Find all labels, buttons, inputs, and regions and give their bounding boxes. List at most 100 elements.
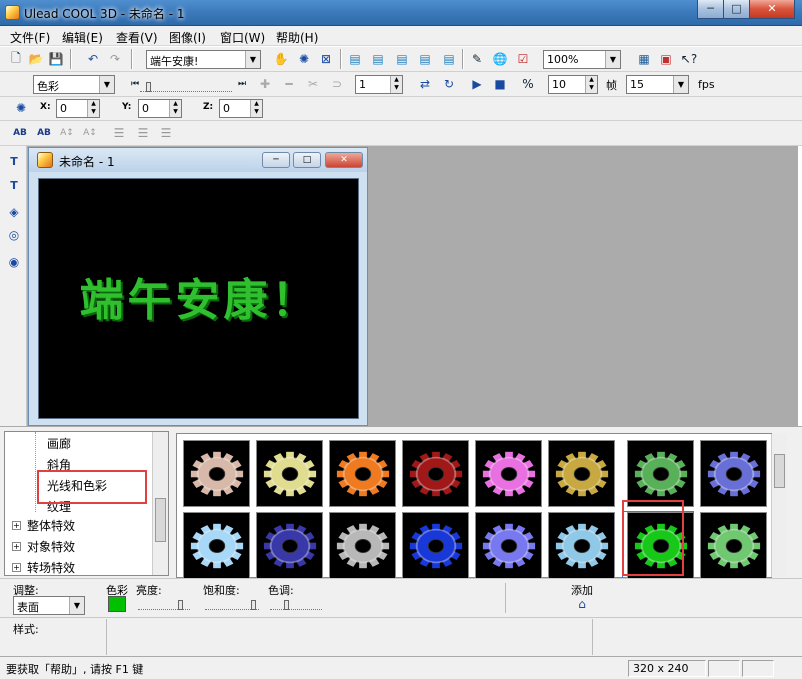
text-spacing-wide-icon[interactable]: AB [11, 124, 29, 142]
slider-knob[interactable] [251, 600, 256, 610]
frame-input[interactable]: 1 ▲ ▼ [355, 75, 403, 94]
last-keyframe-icon[interactable]: ⏭ [233, 75, 251, 93]
text-object-combo[interactable]: 端午安康! ▼ [146, 50, 261, 69]
maximize-button[interactable]: □ [723, 0, 750, 19]
saturation-slider[interactable] [205, 596, 259, 610]
line-spacing-up-icon[interactable]: A↕ [58, 124, 76, 142]
preset-thumbnail[interactable] [402, 512, 469, 579]
expand-icon[interactable]: + [12, 563, 21, 572]
rotate-icon[interactable]: ✺ [295, 50, 313, 68]
canvas-3d-text[interactable]: 端午安康！ [39, 264, 360, 328]
text-spacing-narrow-icon[interactable]: AB [35, 124, 53, 142]
new-file-icon[interactable]: 🗋 [7, 50, 25, 68]
stop-icon[interactable]: ■ [491, 75, 509, 93]
doc-close-button[interactable]: ✕ [325, 152, 363, 168]
select-object-icon[interactable]: ◎ [5, 226, 23, 244]
slider-knob[interactable] [146, 82, 151, 92]
remove-keyframe-icon[interactable]: ━ [280, 75, 298, 93]
hue-slider[interactable] [270, 596, 322, 610]
menu-edit[interactable]: 编辑(E) [62, 29, 103, 46]
preset-thumbnail[interactable] [256, 512, 323, 579]
preset-thumbnail[interactable] [183, 440, 250, 507]
preset-thumbnail[interactable] [183, 512, 250, 579]
expand-icon[interactable]: + [12, 521, 21, 530]
save-icon[interactable]: 💾 [47, 50, 65, 68]
chevron-down-icon[interactable]: ▼ [69, 597, 84, 614]
paint-icon[interactable]: ✎ [468, 50, 486, 68]
preset-thumbnail[interactable] [329, 440, 396, 507]
scroll-thumb[interactable] [774, 454, 785, 488]
percent-icon[interactable]: % [519, 75, 537, 93]
reverse-icon[interactable]: ⊃ [328, 75, 346, 93]
menu-file[interactable]: 文件(F) [10, 29, 50, 46]
tree-item-global-fx[interactable]: 整体特效 [27, 517, 75, 534]
gallery-scrollbar[interactable] [771, 434, 787, 577]
minimize-button[interactable]: ─ [697, 0, 724, 19]
view-top-icon[interactable]: ▤ [416, 50, 434, 68]
expand-icon[interactable]: + [12, 542, 21, 551]
render-canvas[interactable]: 端午安康！ [38, 178, 359, 419]
refresh-icon[interactable]: ↻ [440, 75, 458, 93]
tree-item-gallery[interactable]: 画廊 [47, 435, 71, 452]
adjust-combo[interactable]: 表面 ▼ [13, 596, 85, 615]
ring-object-icon[interactable]: ◉ [5, 253, 23, 271]
chevron-down-icon[interactable]: ▼ [673, 76, 688, 93]
menu-view[interactable]: 查看(V) [116, 29, 158, 46]
insert-object-icon[interactable]: ◈ [5, 203, 23, 221]
slider-knob[interactable] [284, 600, 289, 610]
align-right-icon[interactable]: ☰ [157, 124, 175, 142]
redo-icon[interactable]: ↷ [106, 50, 124, 68]
loop-icon[interactable]: ⇄ [416, 75, 434, 93]
chevron-down-icon[interactable]: ▼ [245, 51, 260, 68]
preset-thumbnail[interactable] [627, 440, 694, 507]
preset-thumbnail[interactable] [475, 440, 542, 507]
move-hand-icon[interactable]: ✋ [272, 50, 290, 68]
keyframe-slider[interactable] [140, 78, 232, 92]
globe-icon[interactable]: 🌐 [491, 50, 509, 68]
doc-maximize-button[interactable]: □ [293, 152, 321, 168]
library-icon[interactable]: ▦ [635, 50, 653, 68]
add-to-library-icon[interactable]: ⌂ [573, 595, 591, 613]
edit-text-icon[interactable]: T [5, 176, 23, 194]
preset-thumbnail[interactable] [475, 512, 542, 579]
slider-knob[interactable] [178, 600, 183, 610]
preset-thumbnail[interactable] [700, 512, 767, 579]
zoom-combo[interactable]: 100% ▼ [543, 50, 621, 69]
spin-arrows[interactable]: ▲ ▼ [169, 100, 181, 117]
move-object-icon[interactable]: ✺ [12, 99, 30, 117]
color-swatch[interactable] [108, 596, 126, 612]
scroll-thumb[interactable] [155, 498, 166, 542]
open-folder-icon[interactable]: 📂 [27, 50, 45, 68]
tree-item-object-fx[interactable]: 对象特效 [27, 538, 75, 555]
align-left-icon[interactable]: ☰ [110, 124, 128, 142]
add-keyframe-icon[interactable]: ✚ [256, 75, 274, 93]
spin-arrows[interactable]: ▲ ▼ [250, 100, 262, 117]
split-icon[interactable]: ✂ [304, 75, 322, 93]
z-input[interactable]: 0 ▲ ▼ [219, 99, 263, 118]
view-back-icon[interactable]: ▤ [369, 50, 387, 68]
close-button[interactable]: ✕ [749, 0, 795, 19]
preset-thumbnail[interactable] [548, 440, 615, 507]
brightness-slider[interactable] [138, 596, 190, 610]
preset-thumbnail[interactable] [700, 440, 767, 507]
menu-window[interactable]: 窗口(W) [220, 29, 265, 46]
fps-combo[interactable]: 15 ▼ [626, 75, 689, 94]
preset-thumbnail[interactable] [329, 512, 396, 579]
preset-thumbnail[interactable] [402, 440, 469, 507]
view-bottom-icon[interactable]: ▤ [440, 50, 458, 68]
view-front-icon[interactable]: ▤ [346, 50, 364, 68]
view-side-icon[interactable]: ▤ [393, 50, 411, 68]
size-icon[interactable]: ⊠ [317, 50, 335, 68]
context-help-icon[interactable]: ↖? [680, 50, 698, 68]
preset-thumbnail[interactable] [548, 512, 615, 579]
undo-icon[interactable]: ↶ [84, 50, 102, 68]
attribute-combo[interactable]: 色彩 ▼ [33, 75, 115, 94]
line-spacing-down-icon[interactable]: A↕ [81, 124, 99, 142]
total-frames-input[interactable]: 10 ▲ ▼ [548, 75, 598, 94]
chevron-down-icon[interactable]: ▼ [99, 76, 114, 93]
spin-arrows[interactable]: ▲ ▼ [390, 76, 402, 93]
menu-help[interactable]: 帮助(H) [276, 29, 318, 46]
doc-minimize-button[interactable]: ─ [262, 152, 290, 168]
spin-arrows[interactable]: ▲ ▼ [585, 76, 597, 93]
preset-thumbnail[interactable] [256, 440, 323, 507]
